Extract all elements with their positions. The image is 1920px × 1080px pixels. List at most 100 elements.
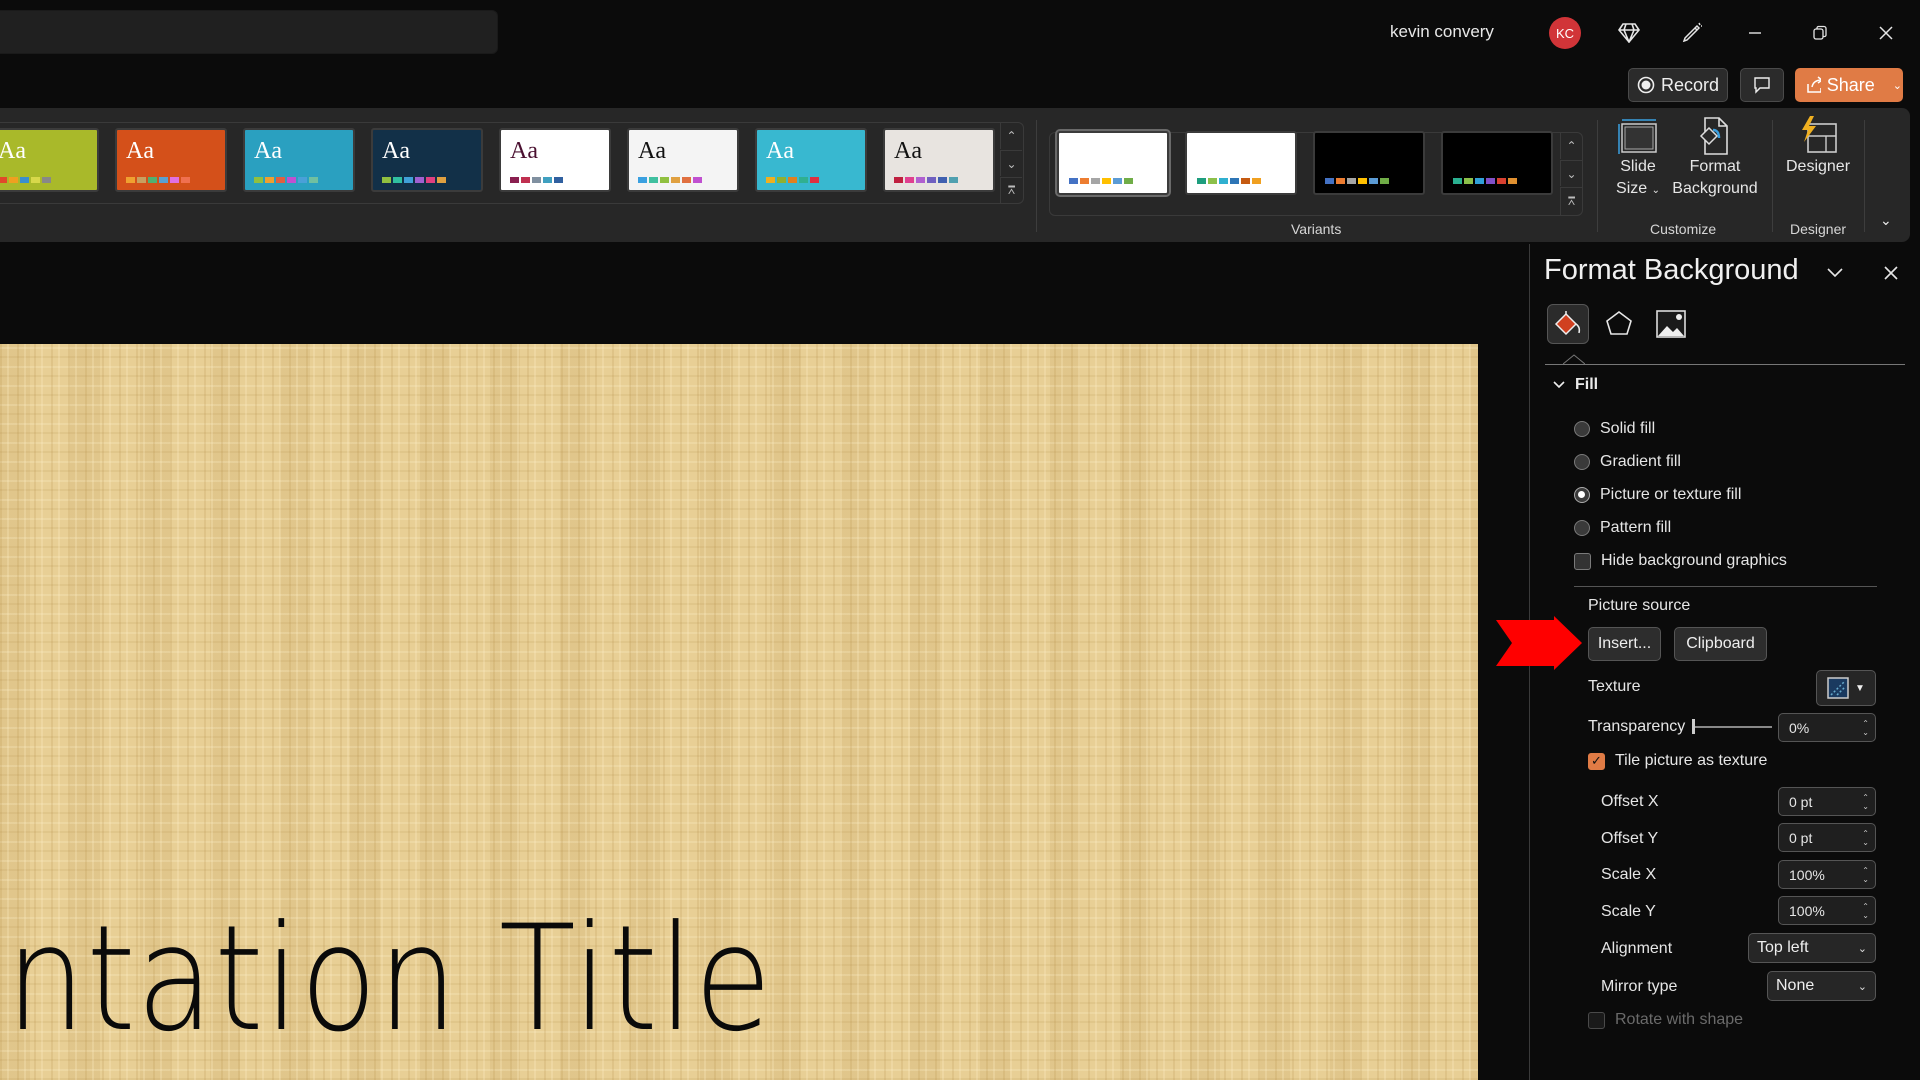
section-divider xyxy=(1574,586,1877,587)
scale-x-spinner[interactable]: 100% ⌃ ⌄ xyxy=(1778,860,1876,889)
hide-background-graphics-checkbox[interactable]: Hide background graphics xyxy=(1574,552,1787,570)
alignment-label: Alignment xyxy=(1601,940,1673,957)
fill-section-header[interactable]: Fill xyxy=(1553,376,1598,394)
insert-button[interactable]: Insert... xyxy=(1588,627,1661,661)
minimize-icon[interactable] xyxy=(1738,16,1772,50)
record-button[interactable]: Record xyxy=(1628,68,1728,102)
variants-scroll-down-icon[interactable]: ⌄ xyxy=(1560,160,1582,186)
variants-more-icon[interactable]: ⩞ xyxy=(1560,187,1582,215)
transparency-slider-thumb[interactable] xyxy=(1692,719,1695,734)
transparency-spinner[interactable]: 0% ⌃ ⌄ xyxy=(1778,713,1876,742)
spinner-arrows-icon[interactable]: ⌃ ⌄ xyxy=(1862,719,1869,737)
color-swatch xyxy=(1197,178,1206,184)
panel-options-chevron-icon[interactable] xyxy=(1820,258,1850,288)
customize-group-label: Customize xyxy=(1650,221,1717,237)
checkbox-disabled-icon xyxy=(1588,1011,1605,1029)
pattern-fill-radio[interactable]: Pattern fill xyxy=(1574,519,1671,537)
color-swatch xyxy=(1358,178,1367,184)
themes-more-icon[interactable]: ⩞ xyxy=(1000,177,1022,203)
themes-scroll-down-icon[interactable]: ⌄ xyxy=(1000,150,1022,176)
spinner-arrows-icon[interactable]: ⌃ ⌄ xyxy=(1862,902,1869,920)
theme-cyan[interactable]: Aa xyxy=(755,128,867,192)
restore-icon[interactable] xyxy=(1803,16,1837,50)
share-label: Share xyxy=(1826,74,1875,95)
variants-scroll-up-icon[interactable]: ⌃ xyxy=(1560,133,1582,159)
avatar[interactable]: KC xyxy=(1549,17,1581,49)
close-icon[interactable] xyxy=(1869,16,1903,50)
format-background-button[interactable]: Format Background xyxy=(1670,116,1760,200)
themes-scroll-up-icon[interactable]: ⌃ xyxy=(1000,123,1022,149)
color-swatch xyxy=(1252,178,1261,184)
search-box[interactable] xyxy=(0,10,498,54)
share-dropdown-chevron-icon[interactable]: ⌄ xyxy=(1893,79,1902,92)
alignment-dropdown[interactable]: Top left ⌄ xyxy=(1748,933,1876,963)
designer-button[interactable]: Designer xyxy=(1782,116,1854,178)
variant-black-2[interactable] xyxy=(1441,131,1553,195)
color-swatch xyxy=(1380,178,1389,184)
premium-diamond-icon[interactable] xyxy=(1612,16,1646,50)
chevron-down-icon: ⌄ xyxy=(1857,980,1867,993)
color-swatch xyxy=(393,177,402,183)
theme-teal[interactable]: Aa xyxy=(243,128,355,192)
tile-picture-checkbox[interactable]: ✓ Tile picture as texture xyxy=(1588,752,1767,770)
designer-label: Designer xyxy=(1785,158,1851,175)
picture-source-label: Picture source xyxy=(1588,597,1691,614)
solid-fill-radio[interactable]: Solid fill xyxy=(1574,420,1655,438)
comments-button[interactable] xyxy=(1740,68,1784,102)
fill-tab[interactable] xyxy=(1547,304,1589,344)
radio-icon[interactable] xyxy=(1574,520,1590,536)
variant-white-1[interactable] xyxy=(1055,129,1171,197)
color-swatch xyxy=(1369,178,1378,184)
texture-picker-button[interactable]: ▼ xyxy=(1816,670,1876,706)
effects-tab[interactable] xyxy=(1598,304,1640,344)
mirror-type-dropdown[interactable]: None ⌄ xyxy=(1767,971,1876,1001)
color-swatch xyxy=(1230,178,1239,184)
transparency-slider-track[interactable] xyxy=(1692,726,1772,728)
offset-y-spinner[interactable]: 0 pt ⌃ ⌄ xyxy=(1778,823,1876,852)
checkbox-checked-icon[interactable]: ✓ xyxy=(1588,752,1605,770)
clipboard-button[interactable]: Clipboard xyxy=(1674,627,1767,661)
theme-droplet[interactable]: Aa xyxy=(627,128,739,192)
color-swatch xyxy=(1219,178,1228,184)
gradient-fill-radio[interactable]: Gradient fill xyxy=(1574,453,1681,471)
designer-pen-icon[interactable] xyxy=(1675,16,1709,50)
scale-y-spinner[interactable]: 100% ⌃ ⌄ xyxy=(1778,896,1876,925)
picture-icon xyxy=(1656,310,1686,338)
checkbox-icon[interactable] xyxy=(1574,552,1591,570)
theme-wood[interactable]: Aa xyxy=(883,128,995,192)
color-swatch xyxy=(638,177,647,183)
color-swatch xyxy=(159,177,168,183)
texture-swatch-icon xyxy=(1827,677,1849,699)
slide-canvas[interactable]: ntation Title xyxy=(0,344,1478,1080)
variant-black-1[interactable] xyxy=(1313,131,1425,195)
slide-size-button[interactable]: Slide Size ⌄ xyxy=(1610,116,1666,202)
panel-close-icon[interactable] xyxy=(1876,258,1906,288)
theme-navy[interactable]: Aa xyxy=(371,128,483,192)
radio-icon[interactable] xyxy=(1574,454,1590,470)
variant-white-2[interactable] xyxy=(1185,131,1297,195)
picture-tab[interactable] xyxy=(1650,304,1692,344)
color-swatches xyxy=(894,177,958,183)
share-button[interactable]: Share ⌄ xyxy=(1795,68,1903,102)
mirror-type-label: Mirror type xyxy=(1601,978,1678,995)
ribbon-collapse-chevron-icon[interactable]: ⌄ xyxy=(1880,212,1892,229)
spinner-arrows-icon[interactable]: ⌃ ⌄ xyxy=(1862,829,1869,847)
radio-selected-icon[interactable] xyxy=(1574,487,1590,503)
color-swatches xyxy=(126,177,190,183)
theme-plum[interactable]: Aa xyxy=(499,128,611,192)
slide-title-text[interactable]: ntation Title xyxy=(6,894,772,1064)
slide-size-icon xyxy=(1618,119,1657,154)
theme-sample-text: Aa xyxy=(382,138,410,164)
theme-lime[interactable]: Aa xyxy=(0,128,99,192)
color-swatch xyxy=(254,177,263,183)
spinner-arrows-icon[interactable]: ⌃ ⌄ xyxy=(1862,793,1869,811)
picture-texture-fill-radio[interactable]: Picture or texture fill xyxy=(1574,486,1741,504)
color-swatch xyxy=(9,177,18,183)
color-swatch xyxy=(660,177,669,183)
offset-x-spinner[interactable]: 0 pt ⌃ ⌄ xyxy=(1778,787,1876,816)
color-swatch xyxy=(532,177,541,183)
radio-icon[interactable] xyxy=(1574,421,1590,437)
spinner-arrows-icon[interactable]: ⌃ ⌄ xyxy=(1862,866,1869,884)
theme-orange[interactable]: Aa xyxy=(115,128,227,192)
designer-icon xyxy=(1802,116,1837,153)
